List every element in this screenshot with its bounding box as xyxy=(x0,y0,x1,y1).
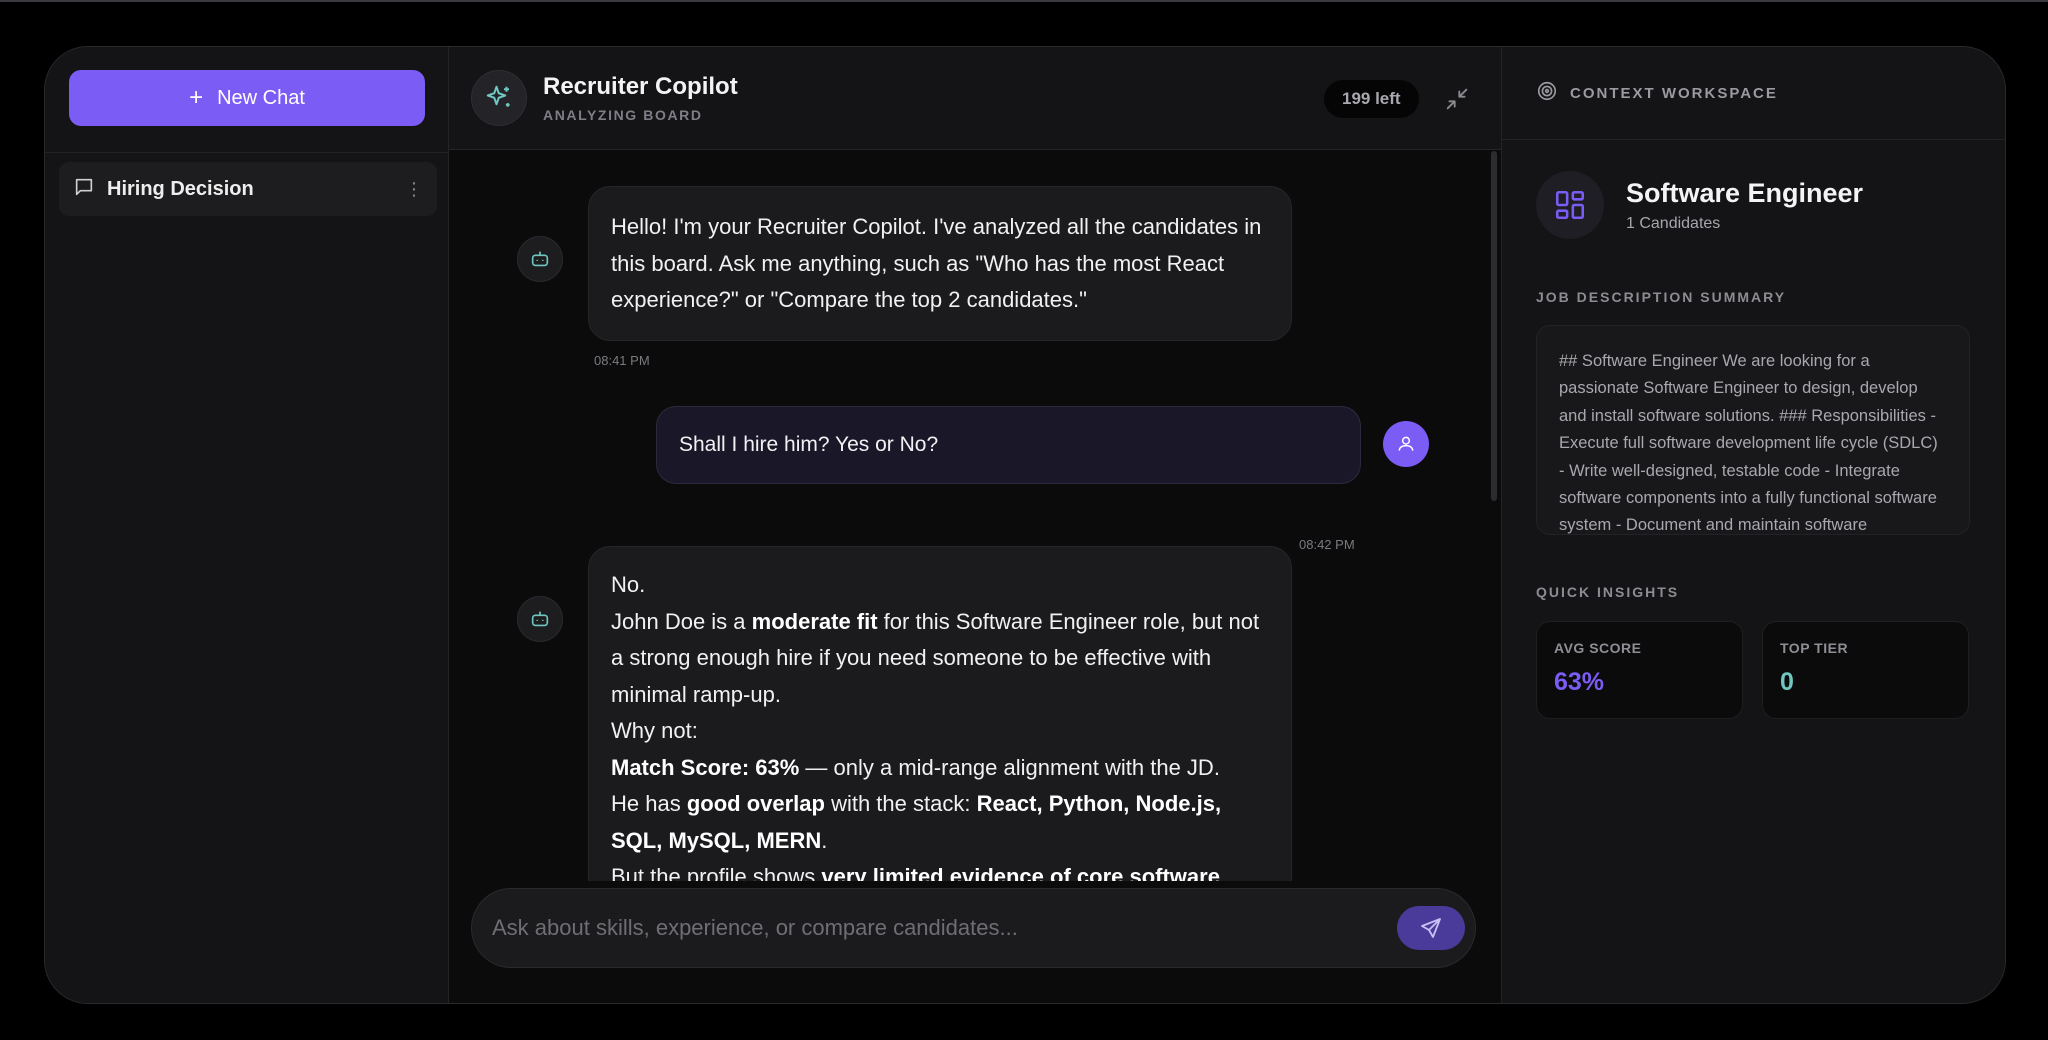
context-header: CONTEXT WORKSPACE xyxy=(1502,47,2005,140)
jd-summary-text: ## Software Engineer We are looking for … xyxy=(1559,352,1938,535)
user-message: Shall I hire him? Yes or No? xyxy=(656,406,1361,484)
stat-value: 0 xyxy=(1780,668,1794,696)
chat-input-bar xyxy=(471,888,1476,968)
chat-panel: Recruiter Copilot ANALYZING BOARD 199 le… xyxy=(449,47,1501,1003)
context-panel: CONTEXT WORKSPACE Software Engineer 1 Ca… xyxy=(1501,47,2005,1003)
jd-summary-box: ## Software Engineer We are looking for … xyxy=(1536,325,1970,535)
job-title: Software Engineer xyxy=(1626,177,1864,208)
message-text: Hello! I'm your Recruiter Copilot. I've … xyxy=(611,214,1262,312)
message-line: He has good overlap with the stack: Reac… xyxy=(611,791,1222,853)
user-icon xyxy=(1383,421,1429,467)
remaining-credits-badge: 199 left xyxy=(1324,80,1419,118)
bot-icon xyxy=(517,236,563,282)
chat-item-label: Hiring Decision xyxy=(107,177,254,200)
message-line: Match Score: 63% — only a mid-range alig… xyxy=(611,754,1220,780)
top-tier-card: TOP TIER 0 xyxy=(1762,621,1969,719)
candidate-count: 1 Candidates xyxy=(1626,214,1721,232)
stat-label: TOP TIER xyxy=(1780,640,1849,656)
chat-bubble-icon xyxy=(73,176,95,203)
message-list: Hello! I'm your Recruiter Copilot. I've … xyxy=(449,151,1501,881)
target-icon xyxy=(1536,80,1558,107)
bot-message: Hello! I'm your Recruiter Copilot. I've … xyxy=(588,186,1292,341)
message-line: John Doe is a moderate fit for this Soft… xyxy=(611,608,1260,707)
bot-message: No. John Doe is a moderate fit for this … xyxy=(588,546,1292,881)
message-timestamp: 08:42 PM xyxy=(1299,537,1355,552)
chat-sidebar: + New Chat Hiring Decision ⋮ xyxy=(45,47,449,1003)
stat-value: 63% xyxy=(1554,668,1605,696)
top-border xyxy=(0,0,2048,2)
stat-label: AVG SCORE xyxy=(1554,640,1642,656)
sidebar-divider xyxy=(45,152,449,153)
send-icon xyxy=(1421,918,1441,938)
message-timestamp: 08:41 PM xyxy=(594,353,650,368)
more-options-icon[interactable]: ⋮ xyxy=(405,179,423,200)
chat-title: Recruiter Copilot xyxy=(543,73,738,100)
plus-icon: + xyxy=(189,84,204,111)
context-title: CONTEXT WORKSPACE xyxy=(1570,84,1778,102)
job-card: Software Engineer 1 Candidates xyxy=(1536,171,1863,239)
message-line: But the profile shows very limited evide… xyxy=(611,864,1220,881)
chat-item-hiring-decision[interactable]: Hiring Decision ⋮ xyxy=(59,162,437,216)
quick-insights-label: QUICK INSIGHTS xyxy=(1536,584,1680,600)
new-chat-label: New Chat xyxy=(217,86,305,109)
dashboard-icon xyxy=(1536,171,1604,239)
message-line: No. xyxy=(611,572,646,597)
chat-input[interactable] xyxy=(492,915,1397,941)
chat-subtitle: ANALYZING BOARD xyxy=(543,107,703,123)
new-chat-button[interactable]: + New Chat xyxy=(69,70,425,126)
sparkles-icon xyxy=(471,70,527,126)
app-window: + New Chat Hiring Decision ⋮ Recruiter C… xyxy=(44,46,2006,1004)
bot-icon xyxy=(517,596,563,642)
scrollbar[interactable] xyxy=(1491,151,1497,501)
chat-header: Recruiter Copilot ANALYZING BOARD 199 le… xyxy=(449,47,1501,150)
avg-score-card: AVG SCORE 63% xyxy=(1536,621,1743,719)
send-button[interactable] xyxy=(1397,906,1465,950)
message-line: Why not: xyxy=(611,718,698,743)
minimize-icon[interactable] xyxy=(1443,85,1471,113)
jd-summary-label: JOB DESCRIPTION SUMMARY xyxy=(1536,289,1787,305)
message-text: Shall I hire him? Yes or No? xyxy=(679,433,939,456)
